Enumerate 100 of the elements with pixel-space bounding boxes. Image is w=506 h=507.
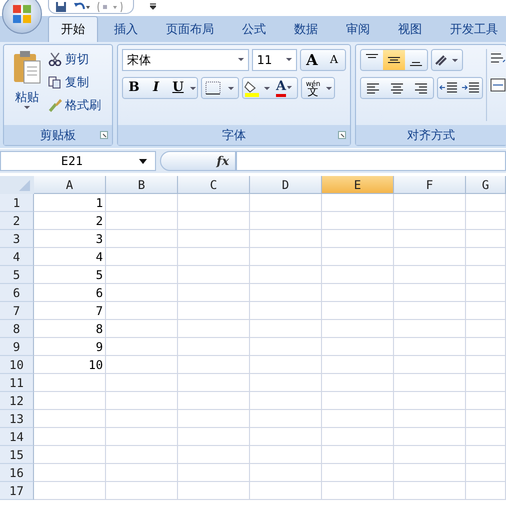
formula-input[interactable] — [236, 151, 506, 171]
row-header[interactable]: 4 — [0, 248, 34, 266]
ribbon-tab[interactable]: 页面布局 — [154, 17, 226, 42]
empty-cell — [178, 392, 250, 410]
empty-cell — [466, 392, 506, 410]
empty-cell — [106, 482, 178, 500]
row-header[interactable]: 16 — [0, 464, 34, 482]
empty-cell — [394, 428, 466, 446]
empty-cell — [250, 410, 322, 428]
empty-cell — [178, 482, 250, 500]
empty-cell — [250, 374, 322, 392]
dialog-launcher-icon[interactable] — [100, 131, 108, 139]
column-header[interactable]: G — [466, 176, 506, 194]
empty-cell — [322, 230, 394, 248]
column-header[interactable]: B — [106, 176, 178, 194]
dropdown-icon[interactable] — [139, 158, 147, 164]
clipboard-icon — [12, 49, 42, 85]
column-header[interactable]: C — [178, 176, 250, 194]
empty-cell — [178, 446, 250, 464]
empty-cell — [250, 284, 322, 302]
empty-cell — [106, 194, 178, 212]
empty-cell — [250, 482, 322, 500]
italic-button[interactable]: I — [145, 78, 167, 98]
empty-cell — [394, 266, 466, 284]
empty-cell — [322, 446, 394, 464]
empty-cell — [394, 410, 466, 428]
underline-button[interactable]: U — [167, 78, 189, 98]
empty-cell — [394, 356, 466, 374]
empty-cell — [394, 320, 466, 338]
grow-font-button[interactable]: A — [301, 50, 323, 70]
insert-function-button[interactable]: fx — [160, 151, 236, 171]
align-top-icon — [366, 54, 378, 58]
group-title: 字体 — [222, 127, 246, 144]
clipboard-command[interactable]: 剪切 — [46, 49, 103, 69]
dialog-launcher-icon[interactable] — [338, 131, 346, 139]
empty-cell — [322, 374, 394, 392]
row-header[interactable]: 15 — [0, 446, 34, 464]
row-header[interactable]: 13 — [0, 410, 34, 428]
table-cell: 6 — [34, 284, 106, 302]
row-header[interactable]: 6 — [0, 284, 34, 302]
align-middle-button[interactable] — [383, 50, 405, 70]
clipboard-command[interactable]: 复制 — [46, 72, 103, 92]
empty-cell — [466, 356, 506, 374]
ribbon-tab[interactable]: 插入 — [102, 17, 150, 42]
empty-cell — [322, 482, 394, 500]
row-header[interactable]: 8 — [0, 320, 34, 338]
customize-arrow-icon[interactable] — [150, 2, 156, 10]
empty-cell — [106, 284, 178, 302]
row-header[interactable]: 7 — [0, 302, 34, 320]
row-header[interactable]: 11 — [0, 374, 34, 392]
shrink-font-button[interactable]: A — [323, 50, 345, 70]
font-size-field[interactable]: 11 — [252, 49, 297, 71]
column-header[interactable]: F — [394, 176, 466, 194]
empty-cell — [394, 392, 466, 410]
empty-cell — [394, 230, 466, 248]
empty-cell — [106, 464, 178, 482]
paste-button[interactable]: 粘贴 — [8, 49, 46, 121]
empty-cell — [106, 230, 178, 248]
empty-cell — [466, 320, 506, 338]
row-header[interactable]: 9 — [0, 338, 34, 356]
dropdown-icon[interactable] — [286, 58, 292, 62]
empty-cell — [106, 320, 178, 338]
column-header[interactable]: A — [34, 176, 106, 194]
empty-cell — [466, 194, 506, 212]
ribbon-tab[interactable]: 开始 — [48, 16, 98, 42]
empty-cell — [466, 446, 506, 464]
dropdown-icon[interactable] — [238, 58, 244, 62]
empty-cell — [322, 248, 394, 266]
row-header[interactable]: 14 — [0, 428, 34, 446]
row-header[interactable]: 12 — [0, 392, 34, 410]
empty-cell — [322, 212, 394, 230]
column-header[interactable]: D — [250, 176, 322, 194]
ribbon-tab[interactable]: 视图 — [386, 17, 434, 42]
ribbon-tab[interactable]: 公式 — [230, 17, 278, 42]
ribbon-tab[interactable]: 开发工具 — [438, 17, 506, 42]
name-box[interactable]: E21 — [0, 151, 156, 171]
clipboard-command[interactable]: 格式刷 — [46, 95, 103, 115]
empty-cell — [322, 302, 394, 320]
empty-cell — [178, 374, 250, 392]
empty-cell — [466, 410, 506, 428]
row-header[interactable]: 10 — [0, 356, 34, 374]
empty-cell — [394, 464, 466, 482]
row-header[interactable]: 17 — [0, 482, 34, 500]
save-icon[interactable] — [55, 0, 67, 12]
font-name-field[interactable]: 宋体 — [122, 49, 249, 71]
empty-cell — [394, 248, 466, 266]
bold-button[interactable]: B — [123, 78, 145, 98]
empty-cell — [106, 356, 178, 374]
ribbon-tab[interactable]: 数据 — [282, 17, 330, 42]
ribbon-tab[interactable]: 审阅 — [334, 17, 382, 42]
copy-icon — [48, 75, 62, 89]
empty-cell — [106, 266, 178, 284]
empty-cell — [178, 302, 250, 320]
empty-cell — [322, 464, 394, 482]
column-header[interactable]: E — [322, 176, 394, 194]
empty-cell — [178, 356, 250, 374]
row-header[interactable]: 5 — [0, 266, 34, 284]
row-header[interactable]: 3 — [0, 230, 34, 248]
row-header[interactable]: 1 — [0, 194, 34, 212]
row-header[interactable]: 2 — [0, 212, 34, 230]
